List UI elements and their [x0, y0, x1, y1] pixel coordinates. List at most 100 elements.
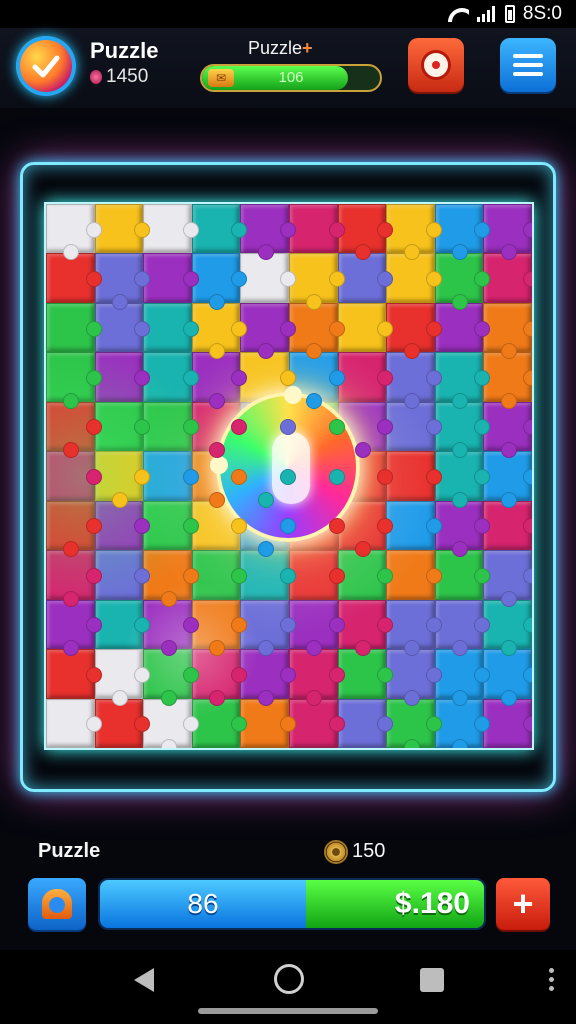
puzzle-piece[interactable] — [94, 253, 150, 311]
puzzle-piece[interactable] — [337, 550, 393, 600]
puzzle-piece[interactable] — [483, 253, 532, 303]
puzzle-piece[interactable] — [143, 204, 199, 254]
puzzle-piece[interactable] — [143, 649, 199, 707]
puzzle-piece[interactable] — [46, 253, 102, 303]
puzzle-piece[interactable] — [46, 649, 102, 699]
puzzle-piece[interactable] — [386, 204, 442, 261]
puzzle-piece[interactable] — [386, 401, 442, 452]
puzzle-piece[interactable] — [46, 500, 102, 558]
reward-button[interactable] — [408, 38, 464, 92]
puzzle-piece[interactable] — [191, 550, 247, 600]
puzzle-piece[interactable] — [240, 204, 296, 261]
puzzle-piece[interactable] — [191, 698, 247, 748]
puzzle-piece[interactable] — [143, 401, 199, 452]
puzzle-piece[interactable] — [46, 401, 102, 459]
puzzle-piece[interactable] — [386, 302, 442, 360]
puzzle-piece[interactable] — [483, 698, 532, 748]
puzzle-piece[interactable] — [386, 698, 442, 748]
puzzle-piece[interactable] — [288, 649, 345, 707]
puzzle-piece[interactable] — [337, 599, 393, 657]
puzzle-piece[interactable] — [143, 451, 199, 501]
puzzle-piece[interactable] — [337, 302, 393, 353]
puzzle-piece[interactable] — [386, 550, 442, 600]
puzzle-piece[interactable] — [288, 698, 345, 748]
puzzle-piece[interactable] — [434, 451, 490, 509]
puzzle-piece[interactable] — [94, 451, 150, 509]
puzzle-piece[interactable] — [483, 302, 532, 360]
gesture-pill[interactable] — [198, 1008, 378, 1014]
puzzle-piece[interactable] — [46, 352, 102, 410]
puzzle-piece[interactable] — [240, 649, 296, 707]
more-icon[interactable] — [549, 968, 555, 991]
puzzle-piece[interactable] — [483, 204, 532, 261]
puzzle-piece[interactable] — [94, 599, 150, 650]
app-logo[interactable] — [16, 36, 76, 96]
puzzle-piece[interactable] — [240, 550, 296, 600]
puzzle-piece[interactable] — [483, 451, 532, 509]
puzzle-piece[interactable] — [288, 599, 345, 657]
puzzle-piece[interactable] — [337, 649, 393, 699]
puzzle-piece[interactable] — [143, 500, 199, 551]
puzzle-piece[interactable] — [434, 500, 490, 558]
home-button[interactable] — [28, 878, 86, 930]
puzzle-piece[interactable] — [240, 302, 296, 360]
puzzle-piece[interactable] — [94, 698, 150, 748]
puzzle-piece[interactable] — [337, 204, 393, 261]
puzzle-piece[interactable] — [240, 253, 296, 303]
puzzle-piece[interactable] — [337, 253, 393, 303]
puzzle-piece[interactable] — [143, 253, 199, 303]
puzzle-piece[interactable] — [386, 253, 442, 303]
puzzle-piece[interactable] — [434, 352, 490, 410]
puzzle-piece[interactable] — [191, 302, 247, 360]
puzzle-piece[interactable] — [191, 204, 247, 254]
price-value[interactable]: $.180 — [306, 880, 484, 928]
puzzle-piece[interactable] — [143, 599, 199, 657]
puzzle-piece[interactable] — [434, 302, 490, 353]
puzzle-piece[interactable] — [94, 500, 150, 551]
puzzle-piece[interactable] — [434, 649, 490, 707]
puzzle-piece[interactable] — [94, 352, 150, 402]
puzzle-piece[interactable] — [337, 352, 393, 402]
puzzle-piece[interactable] — [46, 550, 102, 608]
puzzle-piece[interactable] — [434, 204, 490, 261]
home-circle-icon[interactable] — [274, 964, 304, 994]
puzzle-piece[interactable] — [386, 451, 442, 501]
puzzle-piece[interactable] — [288, 253, 345, 311]
puzzle-piece[interactable] — [143, 698, 199, 748]
puzzle-piece[interactable] — [240, 599, 296, 657]
puzzle-piece[interactable] — [434, 253, 490, 311]
puzzle-piece[interactable] — [191, 649, 247, 707]
puzzle-piece[interactable] — [143, 352, 199, 402]
puzzle-piece[interactable] — [191, 352, 247, 410]
puzzle-piece[interactable] — [386, 352, 442, 410]
puzzle-piece[interactable] — [240, 698, 296, 748]
puzzle-piece[interactable] — [94, 302, 150, 353]
puzzle-piece[interactable] — [94, 401, 150, 452]
puzzle-piece[interactable] — [434, 401, 490, 459]
puzzle-piece[interactable] — [483, 649, 532, 707]
moves-value[interactable]: 86 — [100, 880, 306, 928]
puzzle-piece[interactable] — [483, 352, 532, 410]
puzzle-piece[interactable] — [483, 500, 532, 551]
puzzle-piece[interactable] — [46, 698, 102, 748]
puzzle-piece[interactable] — [191, 253, 247, 311]
puzzle-piece[interactable] — [191, 599, 247, 657]
puzzle-piece[interactable] — [143, 302, 199, 353]
puzzle-piece[interactable] — [386, 500, 442, 551]
puzzle-piece[interactable] — [337, 698, 393, 748]
puzzle-piece[interactable] — [94, 204, 150, 254]
puzzle-piece[interactable] — [46, 451, 102, 501]
puzzle-piece[interactable] — [94, 550, 150, 600]
puzzle-piece[interactable] — [434, 550, 490, 600]
menu-button[interactable] — [500, 38, 556, 92]
puzzle-piece[interactable] — [46, 302, 102, 353]
puzzle-board[interactable] — [44, 202, 534, 750]
puzzle-piece[interactable] — [386, 599, 442, 657]
puzzle-piece[interactable] — [94, 649, 150, 707]
puzzle-piece[interactable] — [483, 599, 532, 657]
puzzle-piece[interactable] — [46, 204, 102, 261]
back-icon[interactable] — [134, 968, 154, 992]
puzzle-piece[interactable] — [288, 204, 345, 254]
add-button[interactable]: + — [496, 878, 550, 930]
puzzle-piece[interactable] — [46, 599, 102, 657]
